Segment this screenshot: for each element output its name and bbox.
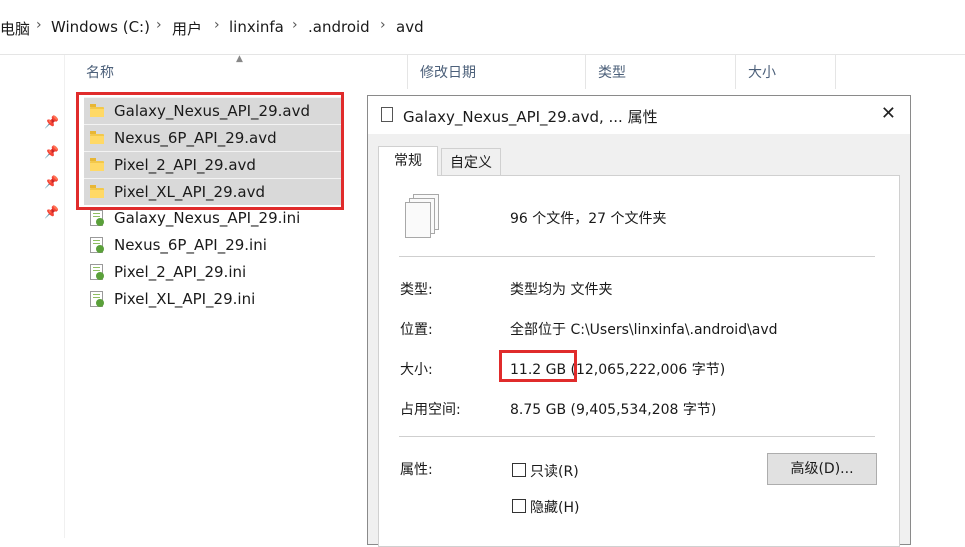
readonly-checkbox[interactable] bbox=[512, 463, 526, 477]
file-name: Galaxy_Nexus_API_29.ini bbox=[114, 209, 301, 227]
file-name: Galaxy_Nexus_API_29.avd bbox=[114, 102, 310, 120]
location-label: 位置: bbox=[400, 322, 433, 338]
file-name: Nexus_6P_API_29.ini bbox=[114, 236, 267, 254]
chevron-right-icon[interactable]: › bbox=[36, 17, 42, 33]
column-header-size[interactable]: 大小 bbox=[736, 55, 836, 89]
close-icon[interactable]: ✕ bbox=[881, 103, 896, 124]
file-name: Pixel_2_API_29.avd bbox=[114, 156, 256, 174]
ini-file-icon bbox=[88, 263, 106, 281]
breadcrumb-linxinfa[interactable]: linxinfa bbox=[229, 18, 284, 36]
size-label: 大小: bbox=[400, 362, 433, 378]
tab-general[interactable]: 常规 bbox=[378, 146, 438, 176]
hidden-label[interactable]: 隐藏(H) bbox=[530, 497, 579, 517]
tab-custom[interactable]: 自定义 bbox=[441, 148, 501, 176]
chevron-right-icon[interactable]: › bbox=[214, 17, 220, 33]
general-panel: 96 个文件，27 个文件夹 类型: 类型均为 文件夹 位置: 全部位于 C:\… bbox=[378, 175, 900, 547]
file-name: Pixel_XL_API_29.ini bbox=[114, 290, 256, 308]
divider bbox=[399, 436, 875, 437]
list-item[interactable]: Galaxy_Nexus_API_29.ini bbox=[84, 205, 342, 231]
list-item[interactable]: Pixel_2_API_29.avd bbox=[84, 151, 342, 178]
pin-icon[interactable]: 📌 bbox=[44, 175, 59, 189]
dialog-title: Galaxy_Nexus_API_29.avd, ... 属性 bbox=[403, 108, 658, 126]
advanced-button[interactable]: 高级(D)... bbox=[767, 453, 877, 485]
readonly-label[interactable]: 只读(R) bbox=[530, 461, 579, 481]
column-headers: 名称 修改日期 类型 大小 bbox=[74, 55, 836, 89]
list-item[interactable]: Pixel_XL_API_29.avd bbox=[84, 178, 342, 205]
breadcrumb-avd[interactable]: avd bbox=[396, 18, 424, 36]
address-bar[interactable]: 电脑 › Windows (C:) › 用户 › linxinfa › .and… bbox=[0, 0, 965, 55]
file-name: Pixel_XL_API_29.avd bbox=[114, 183, 266, 201]
disk-usage-value: 8.75 GB (9,405,534,208 字节) bbox=[510, 402, 717, 418]
column-header-type[interactable]: 类型 bbox=[586, 55, 736, 89]
list-item[interactable]: Galaxy_Nexus_API_29.avd bbox=[84, 97, 342, 124]
column-header-modified[interactable]: 修改日期 bbox=[408, 55, 586, 89]
folder-icon bbox=[88, 183, 106, 201]
file-name: Pixel_2_API_29.ini bbox=[114, 263, 247, 281]
pin-icon[interactable]: 📌 bbox=[44, 205, 59, 219]
properties-dialog: Galaxy_Nexus_API_29.avd, ... 属性 ✕ 常规 自定义… bbox=[367, 95, 911, 547]
breadcrumb-android[interactable]: .android bbox=[308, 18, 370, 36]
ini-file-icon bbox=[88, 290, 106, 308]
type-label: 类型: bbox=[400, 282, 433, 298]
folder-icon bbox=[88, 129, 106, 147]
type-value: 类型均为 文件夹 bbox=[510, 282, 613, 298]
sort-ascending-icon: ▲ bbox=[236, 54, 243, 64]
chevron-right-icon[interactable]: › bbox=[292, 17, 298, 33]
breadcrumb-windows-c[interactable]: Windows (C:) bbox=[51, 18, 150, 36]
ini-file-icon bbox=[88, 236, 106, 254]
file-count-summary: 96 个文件，27 个文件夹 bbox=[510, 211, 667, 227]
folder-icon bbox=[88, 156, 106, 174]
size-value-detail: (12,065,222,006 字节) bbox=[566, 362, 726, 378]
pin-icon[interactable]: 📌 bbox=[44, 115, 59, 129]
chevron-right-icon[interactable]: › bbox=[380, 17, 386, 33]
list-item[interactable]: Nexus_6P_API_29.ini bbox=[84, 232, 342, 258]
pin-icon[interactable]: 📌 bbox=[44, 145, 59, 159]
file-name: Nexus_6P_API_29.avd bbox=[114, 129, 277, 147]
navigation-pane: 📌 📌 📌 📌 bbox=[0, 55, 65, 538]
list-item[interactable]: Nexus_6P_API_29.avd bbox=[84, 124, 342, 151]
location-value: 全部位于 C:\Users\linxinfa\.android\avd bbox=[510, 322, 778, 338]
folder-icon bbox=[88, 102, 106, 120]
divider bbox=[399, 256, 875, 257]
chevron-right-icon[interactable]: › bbox=[156, 17, 162, 33]
multiple-files-icon bbox=[403, 194, 443, 248]
attributes-label: 属性: bbox=[400, 462, 433, 478]
size-value: 11.2 GB (12,065,222,006 字节) bbox=[510, 359, 725, 379]
disk-usage-label: 占用空间: bbox=[400, 402, 461, 418]
list-item[interactable]: Pixel_XL_API_29.ini bbox=[84, 286, 342, 312]
breadcrumb-users[interactable]: 用户 bbox=[172, 18, 202, 39]
breadcrumb-this-pc[interactable]: 电脑 bbox=[0, 18, 30, 39]
list-item[interactable]: Pixel_2_API_29.ini bbox=[84, 259, 342, 285]
size-value-main: 11.2 GB bbox=[510, 362, 567, 378]
hidden-checkbox[interactable] bbox=[512, 499, 526, 513]
dialog-title-bar[interactable]: Galaxy_Nexus_API_29.avd, ... 属性 ✕ bbox=[368, 96, 910, 134]
multiple-documents-icon bbox=[377, 107, 393, 123]
ini-file-icon bbox=[88, 209, 106, 227]
